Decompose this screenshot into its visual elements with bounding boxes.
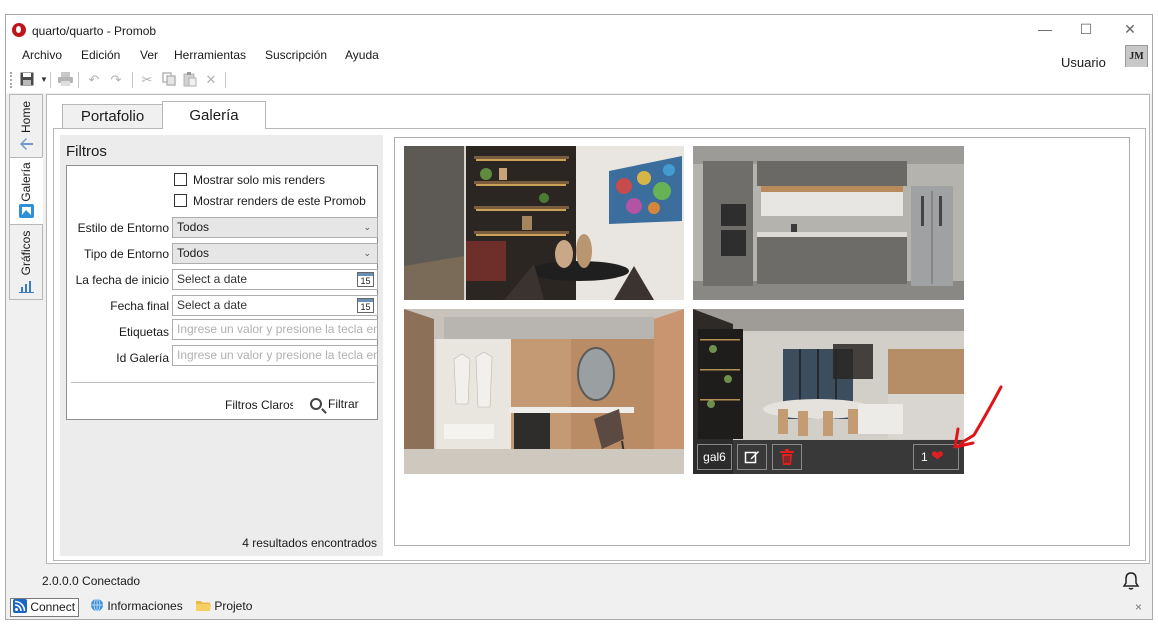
bell-icon[interactable]: [1122, 571, 1140, 591]
project-button[interactable]: Projeto: [194, 598, 255, 617]
status-bar: 2.0.0.0 Conectado: [6, 571, 1152, 593]
info-label: Informaciones: [107, 599, 183, 613]
project-label: Projeto: [214, 599, 253, 613]
globe-icon: [91, 598, 103, 612]
folder-icon: [196, 601, 211, 611]
status-text: 2.0.0.0 Conectado: [42, 574, 140, 588]
bottom-bar: Connect Informaciones Projeto ×: [6, 595, 1152, 619]
rss-icon: [13, 599, 27, 613]
info-button[interactable]: Informaciones: [88, 598, 186, 617]
app-window: quarto/quarto - Promob — ☐ ✕ Archivo Edi…: [5, 14, 1153, 620]
close-icon[interactable]: ×: [1135, 600, 1142, 614]
app-version: 2.0.0.0: [42, 574, 79, 588]
connect-button[interactable]: Connect: [10, 598, 80, 617]
connection-status: Conectado: [82, 574, 141, 588]
connect-label: Connect: [30, 600, 76, 614]
tab-galeria[interactable]: Galería: [162, 101, 266, 129]
